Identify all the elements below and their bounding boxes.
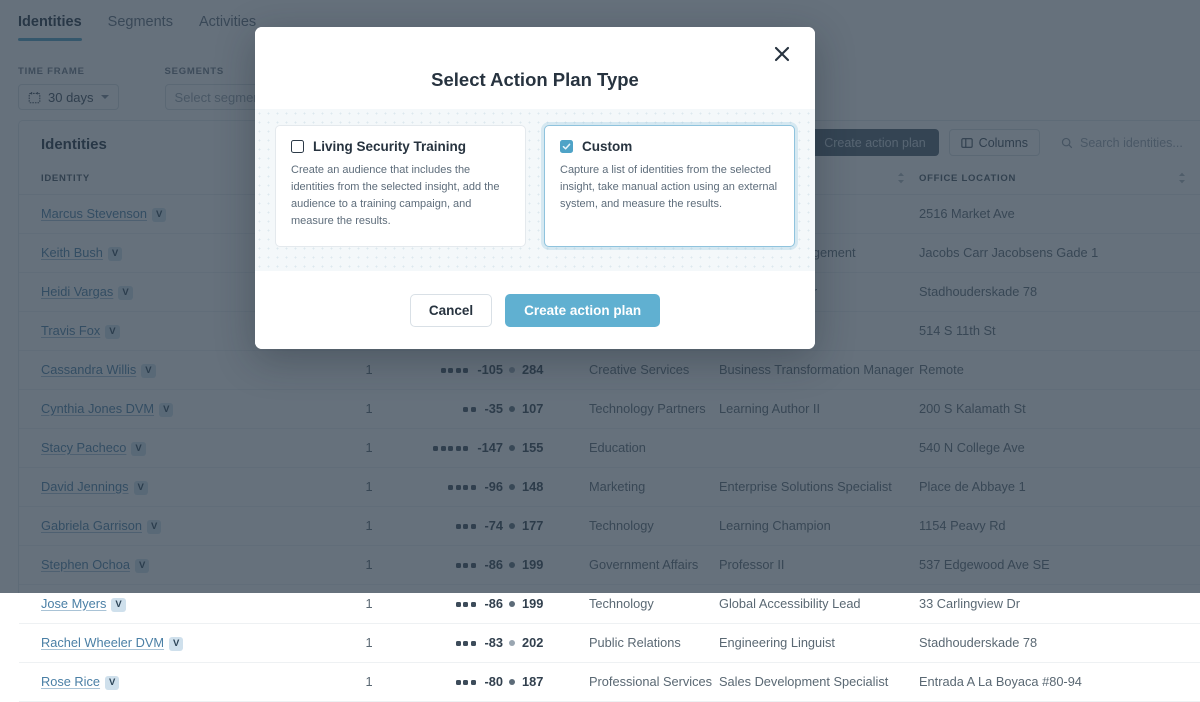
dialog-header: Select Action Plan Type	[255, 27, 815, 109]
score-value: 202	[522, 635, 543, 650]
checkbox-checked-icon[interactable]	[560, 140, 573, 153]
close-button[interactable]	[770, 42, 794, 66]
risk-dot	[471, 641, 476, 646]
option-title: Living Security Training	[313, 139, 466, 154]
create-action-plan-submit-button[interactable]: Create action plan	[505, 294, 660, 327]
risk-dot	[456, 680, 461, 685]
cell-department: Public Relations	[589, 623, 719, 662]
risk-dots	[456, 641, 476, 646]
verified-badge: V	[169, 637, 183, 651]
risk-value: -83	[485, 635, 504, 650]
score-dot	[509, 679, 515, 685]
score-value: 187	[522, 674, 543, 689]
cell-count: 1	[319, 623, 419, 662]
identity-link[interactable]: Jose Myers	[41, 596, 106, 611]
table-row[interactable]: Rachel Wheeler DVM V 1 -83 202 Public Relatio…	[19, 623, 1200, 662]
option-description: Capture a list of identities from the se…	[560, 162, 779, 213]
risk-dots	[456, 602, 476, 607]
risk-value: -86	[485, 596, 504, 611]
option-description: Create an audience that includes the ide…	[291, 162, 510, 230]
option-title: Custom	[582, 139, 632, 154]
risk-dot	[463, 680, 468, 685]
dialog-body: Living Security Training Create an audie…	[255, 109, 815, 271]
checkbox-unchecked-icon[interactable]	[291, 140, 304, 153]
risk-dot	[463, 641, 468, 646]
dialog-title: Select Action Plan Type	[255, 69, 815, 91]
close-icon	[773, 45, 791, 63]
risk-dots	[456, 680, 476, 685]
check-icon	[562, 142, 571, 151]
cell-job-title: Engineering Linguist	[719, 623, 919, 662]
option-custom[interactable]: Custom Capture a list of identities from…	[544, 125, 795, 247]
risk-dot	[463, 602, 468, 607]
identity-link[interactable]: Rachel Wheeler DVM	[41, 635, 164, 650]
dialog-footer: Cancel Create action plan	[255, 271, 815, 349]
risk-dot	[456, 641, 461, 646]
risk-dot	[471, 680, 476, 685]
cell-score: 202	[509, 623, 589, 662]
verified-badge: V	[111, 598, 125, 612]
cell-risk: -80	[419, 662, 509, 701]
score-dot	[509, 601, 515, 607]
risk-value: -80	[485, 674, 504, 689]
cell-office-location: Entrada A La Boyaca #80-94	[919, 662, 1200, 701]
cell-count: 1	[319, 662, 419, 701]
verified-badge: V	[105, 676, 119, 690]
cell-score: 187	[509, 662, 589, 701]
identity-link[interactable]: Rose Rice	[41, 674, 100, 689]
cell-office-location: Stadhouderskade 78	[919, 623, 1200, 662]
cell-job-title: Sales Development Specialist	[719, 662, 919, 701]
cell-identity: Rose Rice V	[19, 662, 319, 701]
option-header: Living Security Training	[291, 139, 510, 154]
cell-identity: Rachel Wheeler DVM V	[19, 623, 319, 662]
option-living-security-training[interactable]: Living Security Training Create an audie…	[275, 125, 526, 247]
score-dot	[509, 640, 515, 646]
risk-dot	[471, 602, 476, 607]
score-value: 199	[522, 596, 543, 611]
cell-risk: -83	[419, 623, 509, 662]
select-action-plan-type-dialog: Select Action Plan Type Living Security …	[255, 27, 815, 349]
table-row[interactable]: Rose Rice V 1 -80 187 Professional ServicesSa…	[19, 662, 1200, 701]
risk-dot	[456, 602, 461, 607]
cancel-button[interactable]: Cancel	[410, 294, 492, 327]
cell-department: Professional Services	[589, 662, 719, 701]
option-header: Custom	[560, 139, 779, 154]
